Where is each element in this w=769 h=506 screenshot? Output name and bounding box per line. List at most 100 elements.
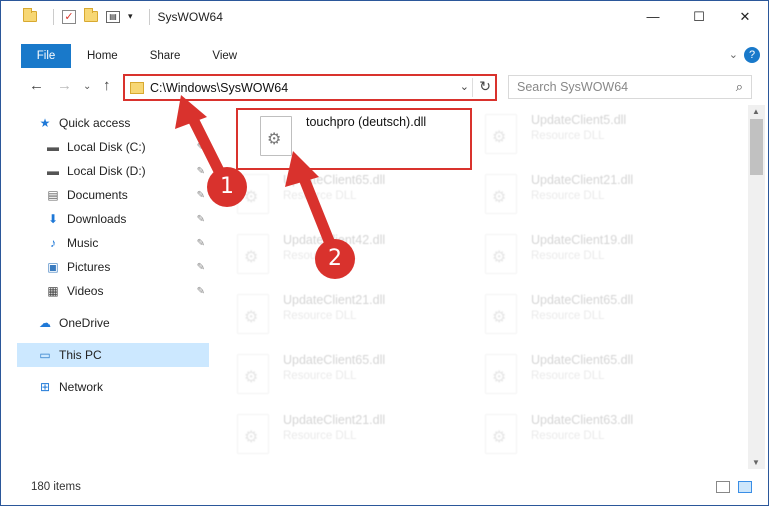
customize-toolbar-icon[interactable]: ▤ <box>106 10 120 23</box>
file-name: UpdateClient19.dll <box>531 233 634 247</box>
window-controls: — ☐ ✕ <box>630 1 768 32</box>
divider <box>148 8 150 25</box>
sidebar-item-downloads[interactable]: ⬇ Downloads ✎ <box>17 207 209 231</box>
vertical-scrollbar[interactable]: ▲ ▼ <box>748 105 765 469</box>
drive-icon: ▬ <box>47 140 59 154</box>
tab-view[interactable]: View <box>196 44 253 68</box>
file-item[interactable]: UpdateClient63.dll Resource DLL <box>463 408 699 464</box>
search-input[interactable]: Search SysWOW64 ⌕ <box>508 75 752 99</box>
close-button[interactable]: ✕ <box>722 1 768 32</box>
pin-icon[interactable]: ✎ <box>197 142 205 153</box>
sidebar-item-onedrive[interactable]: ☁ OneDrive <box>17 311 209 335</box>
sidebar-item-label: Local Disk (D:) <box>67 164 146 178</box>
divider <box>472 78 473 97</box>
file-type: Resource DLL <box>283 310 357 322</box>
dll-file-icon <box>485 174 517 214</box>
pin-icon[interactable]: ✎ <box>197 190 205 201</box>
new-folder-icon[interactable] <box>84 8 98 22</box>
address-bar[interactable]: C:\Windows\SysWOW64 ⌄ ↻ <box>123 74 497 101</box>
properties-check-icon[interactable]: ✓ <box>62 9 76 24</box>
minimize-button[interactable]: — <box>630 1 676 32</box>
file-item[interactable]: UpdateClient65.dll Resource DLL <box>215 348 451 404</box>
toolbar-dropdown-icon[interactable]: ▾ <box>128 11 133 22</box>
sidebar-item-quick-access[interactable]: ★ Quick access <box>17 111 209 135</box>
sidebar-item-videos[interactable]: ▦ Videos ✎ <box>17 279 209 303</box>
search-icon: ⌕ <box>735 79 743 94</box>
file-item-text: UpdateClient65.dll Resource DLL <box>531 353 633 382</box>
step-marker-1: 1 <box>207 167 247 207</box>
file-item-text: UpdateClient5.dll Resource DLL <box>531 113 626 142</box>
file-item[interactable]: UpdateClient65.dll Resource DLL <box>463 348 699 404</box>
tab-file[interactable]: File <box>21 44 71 68</box>
drive-icon: ▬ <box>47 164 59 178</box>
help-icon[interactable]: ? <box>744 47 760 63</box>
pin-icon[interactable]: ✎ <box>197 262 205 273</box>
file-name: UpdateClient65.dll <box>531 293 634 307</box>
file-item[interactable]: UpdateClient65.dll Resource DLL <box>215 168 451 224</box>
dll-file-icon <box>237 234 269 274</box>
address-path[interactable]: C:\Windows\SysWOW64 <box>150 81 288 95</box>
file-list: touchpro (deutsch).dll UpdateClient5.dll… <box>215 105 745 469</box>
sidebar-item-this-pc[interactable]: ▭ This PC <box>17 343 209 367</box>
sidebar-item-label: Pictures <box>67 260 111 274</box>
maximize-button[interactable]: ☐ <box>676 1 722 32</box>
tab-share[interactable]: Share <box>134 44 197 68</box>
music-icon: ♪ <box>50 236 56 250</box>
sidebar-item-label: Music <box>67 236 99 250</box>
title-bar: ✓ ▤ ▾ SysWOW64 — ☐ ✕ <box>1 1 768 32</box>
search-placeholder: Search SysWOW64 <box>517 80 629 94</box>
refresh-icon[interactable]: ↻ <box>479 78 491 95</box>
window-title: SysWOW64 <box>157 9 223 24</box>
pin-icon[interactable]: ✎ <box>197 286 205 297</box>
file-item[interactable]: UpdateClient19.dll Resource DLL <box>463 228 699 284</box>
file-item[interactable]: UpdateClient21.dll Resource DLL <box>215 408 451 464</box>
ribbon-tabs: File Home Share View ⌄ ? <box>1 44 768 68</box>
file-item-text: UpdateClient65.dll Resource DLL <box>283 353 385 382</box>
file-name: touchpro (deutsch).dll <box>306 115 427 129</box>
explorer-window: ✓ ▤ ▾ SysWOW64 — ☐ ✕ File Home Share Vie… <box>0 0 769 506</box>
scroll-down-icon[interactable]: ▼ <box>752 458 760 467</box>
file-item-text: UpdateClient65.dll Resource DLL <box>283 173 385 202</box>
navigation-pane: ★ Quick access ▬ Local Disk (C:) ✎ ▬ Loc… <box>1 111 213 471</box>
computer-icon: ▭ <box>39 348 51 362</box>
scroll-up-icon[interactable]: ▲ <box>752 107 760 116</box>
file-item[interactable]: UpdateClient21.dll Resource DLL <box>463 168 699 224</box>
pin-icon[interactable]: ✎ <box>197 238 205 249</box>
file-type: Resource DLL <box>283 430 357 442</box>
file-type: Resource DLL <box>531 250 605 262</box>
pin-icon[interactable]: ✎ <box>197 166 205 177</box>
file-item[interactable]: UpdateClient21.dll Resource DLL <box>215 288 451 344</box>
sidebar-item-label: Local Disk (C:) <box>67 140 146 154</box>
large-icons-view-icon[interactable] <box>738 481 752 493</box>
star-icon: ★ <box>39 116 51 130</box>
sidebar-item-local-disk-c[interactable]: ▬ Local Disk (C:) ✎ <box>17 135 209 159</box>
quick-access-toolbar: ✓ ▤ ▾ SysWOW64 <box>23 8 223 25</box>
up-button[interactable]: ↑ <box>103 77 111 94</box>
file-type: Resource DLL <box>283 370 357 382</box>
sidebar-item-label: Downloads <box>67 212 127 226</box>
dll-file-icon <box>260 116 292 156</box>
back-button[interactable]: ← <box>29 77 44 94</box>
sidebar-item-network[interactable]: ⊞ Network <box>17 375 209 399</box>
sidebar-item-documents[interactable]: ▤ Documents ✎ <box>17 183 209 207</box>
file-item[interactable]: UpdateClient5.dll Resource DLL <box>463 108 699 164</box>
tab-home[interactable]: Home <box>71 44 134 68</box>
sidebar-item-pictures[interactable]: ▣ Pictures ✎ <box>17 255 209 279</box>
address-dropdown-icon[interactable]: ⌄ <box>460 80 469 93</box>
recent-locations-icon[interactable]: ⌄ <box>83 81 91 92</box>
download-icon: ⬇ <box>47 212 59 226</box>
status-bar: 180 items <box>1 476 768 498</box>
sidebar-item-local-disk-d[interactable]: ▬ Local Disk (D:) ✎ <box>17 159 209 183</box>
sidebar-item-music[interactable]: ♪ Music ✎ <box>17 231 209 255</box>
file-item[interactable]: UpdateClient65.dll Resource DLL <box>463 288 699 344</box>
file-item-text: UpdateClient21.dll Resource DLL <box>531 173 633 202</box>
step-marker-2: 2 <box>315 239 355 279</box>
details-view-icon[interactable] <box>716 481 730 493</box>
address-row: ← → ⌄ ↑ C:\Windows\SysWOW64 ⌄ ↻ Search S… <box>1 71 768 103</box>
expand-ribbon-icon[interactable]: ⌄ <box>729 48 738 61</box>
file-item-highlighted[interactable]: touchpro (deutsch).dll <box>236 108 472 170</box>
pin-icon[interactable]: ✎ <box>197 214 205 225</box>
dll-file-icon <box>485 354 517 394</box>
scroll-thumb[interactable] <box>750 119 763 175</box>
forward-button[interactable]: → <box>57 77 72 94</box>
